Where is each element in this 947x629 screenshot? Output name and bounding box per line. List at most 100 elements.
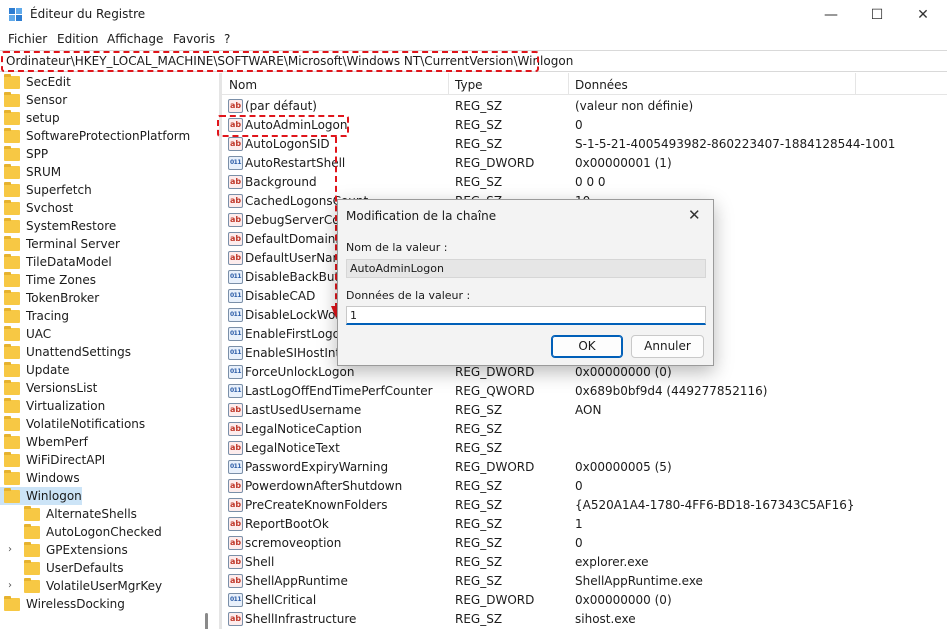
address-bar[interactable]: Ordinateur\HKEY_LOCAL_MACHINE\SOFTWARE\M… (0, 50, 947, 72)
tree-item-label: UserDefaults (46, 561, 124, 575)
column-header-data[interactable]: Données (575, 78, 628, 92)
menu-help[interactable]: ? (224, 32, 230, 46)
folder-icon (4, 398, 20, 413)
value-data-input[interactable]: 1 (346, 306, 706, 325)
menu-fichier[interactable]: Fichier (8, 32, 47, 46)
value-row[interactable]: 011 LastLogOffEndTimePerfCounter REG_QWORD… (222, 382, 947, 401)
maximize-button[interactable]: ☐ (854, 0, 900, 30)
tree-item[interactable]: Virtualization (0, 397, 214, 415)
chevron-right-icon[interactable]: › (8, 580, 12, 591)
folder-icon (4, 272, 20, 287)
value-row[interactable]: ab ShellAppRuntime REG_SZ ShellAppRuntime.e… (222, 572, 947, 591)
tree-item[interactable]: SRUM (0, 163, 214, 181)
value-row[interactable]: ab PowerdownAfterShutdown REG_SZ 0 (222, 477, 947, 496)
string-value-icon: ab (228, 422, 243, 436)
ok-button[interactable]: OK (551, 335, 623, 358)
minimize-button[interactable]: — (808, 0, 854, 30)
tree-item[interactable]: UnattendSettings (0, 343, 214, 361)
string-value-icon: ab (228, 251, 243, 265)
folder-icon (24, 578, 40, 593)
tree-item[interactable]: WbemPerf (0, 433, 214, 451)
dialog-title: Modification de la chaîne (346, 209, 497, 223)
value-row[interactable]: ab Background REG_SZ 0 0 0 (222, 173, 947, 192)
column-separator[interactable] (855, 73, 856, 95)
value-row[interactable]: ab ShellInfrastructure REG_SZ sihost.exe (222, 610, 947, 629)
value-type: REG_SZ (455, 175, 503, 189)
column-separator[interactable] (448, 73, 449, 95)
tree-item[interactable]: UserDefaults (0, 559, 214, 577)
tree-item[interactable]: WiFiDirectAPI (0, 451, 214, 469)
value-type: REG_SZ (455, 137, 503, 151)
tree-item[interactable]: Sensor (0, 91, 214, 109)
value-data: AON (575, 403, 602, 417)
tree-item[interactable]: › GPExtensions (0, 541, 214, 559)
value-row[interactable]: ab ReportBootOk REG_SZ 1 (222, 515, 947, 534)
menu-affichage[interactable]: Affichage (107, 32, 163, 46)
tree-item[interactable]: Terminal Server (0, 235, 214, 253)
tree-item[interactable]: Svchost (0, 199, 214, 217)
string-value-icon: ab (228, 574, 243, 588)
menu-favoris[interactable]: Favoris (173, 32, 215, 46)
chevron-right-icon[interactable]: › (8, 544, 12, 555)
tree-item[interactable]: TileDataModel (0, 253, 214, 271)
value-row[interactable]: ab LegalNoticeText REG_SZ (222, 439, 947, 458)
tree-item[interactable]: SoftwareProtectionPlatform (0, 127, 214, 145)
value-row[interactable]: ab scremoveoption REG_SZ 0 (222, 534, 947, 553)
tree-item[interactable]: Superfetch (0, 181, 214, 199)
value-data: 1 (575, 517, 583, 531)
value-name: Background (245, 175, 317, 189)
folder-icon (4, 164, 20, 179)
cancel-button[interactable]: Annuler (631, 335, 704, 358)
tree-item[interactable]: WirelessDocking (0, 595, 214, 613)
tree-item[interactable]: VolatileNotifications (0, 415, 214, 433)
tree-item[interactable]: Tracing (0, 307, 214, 325)
value-row[interactable]: ab PreCreateKnownFolders REG_SZ {A520A1A4-1… (222, 496, 947, 515)
tree-item[interactable]: Windows (0, 469, 214, 487)
tree-item[interactable]: AutoLogonChecked (0, 523, 214, 541)
tree-item[interactable]: TokenBroker (0, 289, 214, 307)
tree-item[interactable]: AlternateShells (0, 505, 214, 523)
value-name: DisableCAD (245, 289, 316, 303)
column-separator[interactable] (568, 73, 569, 95)
menu-edition[interactable]: Edition (57, 32, 99, 46)
edit-string-dialog: Modification de la chaîne ✕ Nom de la va… (337, 199, 714, 366)
tree-item[interactable]: Time Zones (0, 271, 214, 289)
binary-value-icon: 011 (228, 365, 243, 379)
tree-item[interactable]: SecEdit (0, 73, 214, 91)
tree-item[interactable]: setup (0, 109, 214, 127)
tree-item-label: TileDataModel (26, 255, 112, 269)
tree-item[interactable]: SPP (0, 145, 214, 163)
folder-icon (4, 434, 20, 449)
value-row[interactable]: 011 AutoRestartShell REG_DWORD 0x00000001 (… (222, 154, 947, 173)
tree-item[interactable]: VersionsList (0, 379, 214, 397)
value-row[interactable]: 011 ShellCritical REG_DWORD 0x00000000 (0) (222, 591, 947, 610)
column-header-name[interactable]: Nom (229, 78, 257, 92)
tree-item[interactable]: SystemRestore (0, 217, 214, 235)
tree-item-label: WirelessDocking (26, 597, 125, 611)
column-header-type[interactable]: Type (455, 78, 483, 92)
value-row[interactable]: ab AutoLogonSID REG_SZ S-1-5-21-4005493982-… (222, 135, 947, 154)
value-row[interactable]: ab Shell REG_SZ explorer.exe (222, 553, 947, 572)
close-button[interactable]: ✕ (900, 0, 946, 30)
value-row[interactable]: ab (par défaut) REG_SZ (valeur non définie) (222, 97, 947, 116)
folder-icon (4, 362, 20, 377)
tree-item[interactable]: UAC (0, 325, 214, 343)
value-row[interactable]: 011 PasswordExpiryWarning REG_DWORD 0x00000… (222, 458, 947, 477)
tree-item[interactable]: › VolatileUserMgrKey (0, 577, 214, 595)
value-data: {A520A1A4-1780-4FF6-BD18-167343C5AF16} (575, 498, 855, 512)
tree-item[interactable]: Update (0, 361, 214, 379)
value-type: REG_DWORD (455, 593, 535, 607)
value-row[interactable]: ab LastUsedUsername REG_SZ AON (222, 401, 947, 420)
value-type: REG_SZ (455, 118, 503, 132)
value-name: ShellCritical (245, 593, 317, 607)
tree-scrollbar[interactable] (205, 613, 208, 629)
key-tree-pane[interactable]: SecEdit Sensor setup SoftwareProtectionPlat… (0, 73, 214, 629)
value-name: AutoLogonSID (245, 137, 330, 151)
folder-icon (24, 506, 40, 521)
dialog-close-icon[interactable]: ✕ (688, 206, 701, 224)
folder-icon (4, 110, 20, 125)
value-row[interactable]: ab LegalNoticeCaption REG_SZ (222, 420, 947, 439)
tree-item-label: Winlogon (26, 489, 82, 503)
folder-icon (4, 290, 20, 305)
tree-item[interactable]: Winlogon (0, 487, 214, 505)
